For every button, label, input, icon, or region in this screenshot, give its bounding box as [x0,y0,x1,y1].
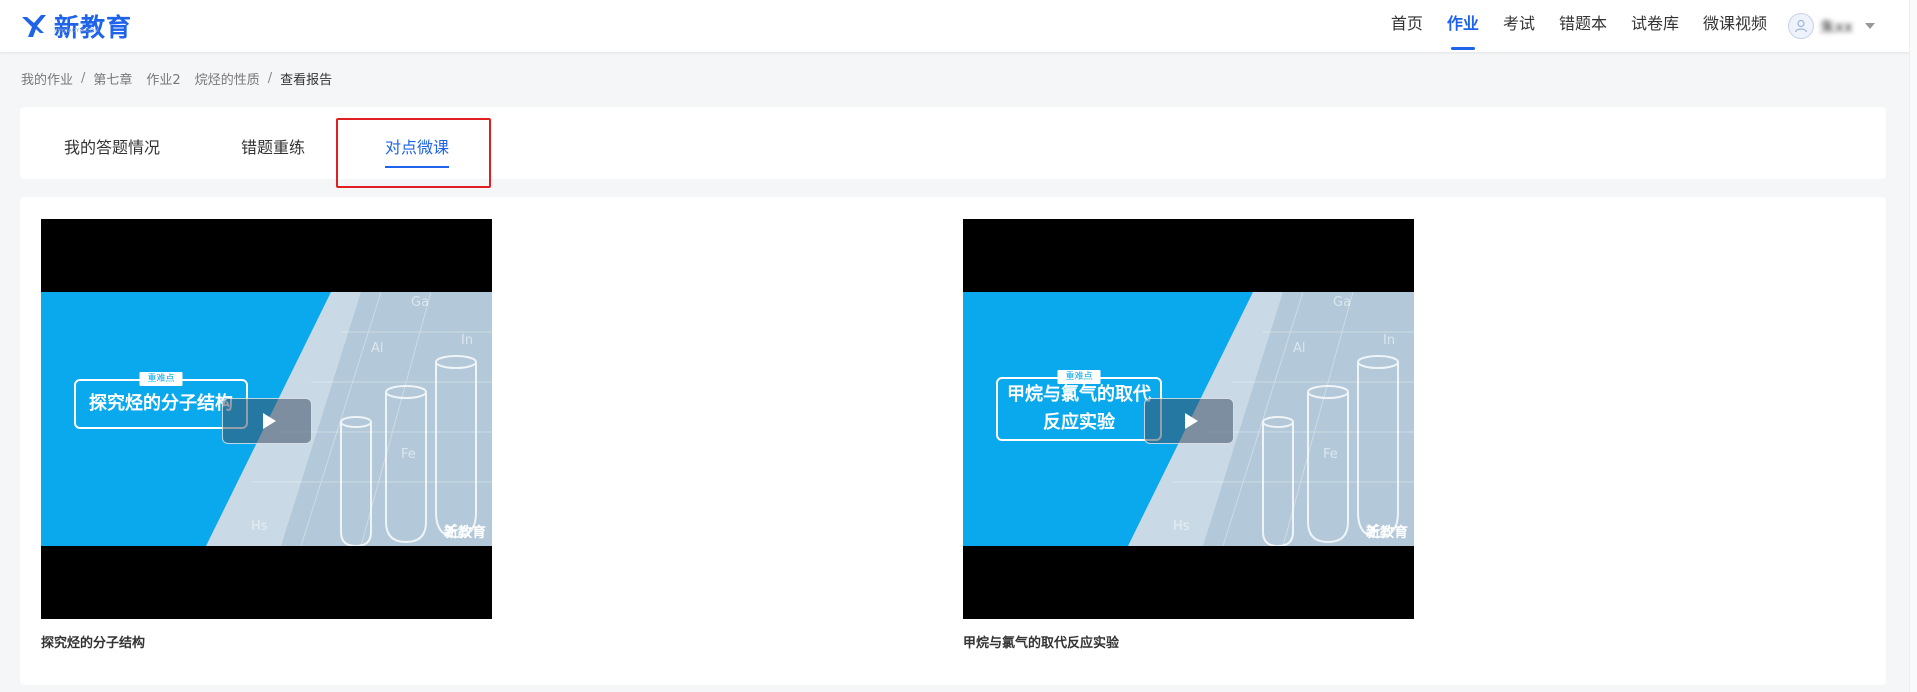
svg-text:Fe: Fe [1323,447,1338,462]
logo[interactable]: 新教育 [20,8,132,44]
video-player[interactable]: Ga Al In Hs Fe 重难点 探究烃的分子结构 新教育 [41,219,492,619]
video-player[interactable]: Ga Al In Hs Fe 重难点 甲烷与氯气的取代 反应实验 新教育 [963,219,1414,619]
video-title[interactable]: 探究烃的分子结构 [41,632,145,651]
nav-paper-bank[interactable]: 试卷库 [1631,0,1679,52]
topic-tag: 重难点 [1057,370,1101,384]
breadcrumb-topic[interactable]: 烷烃的性质 [195,69,260,88]
svg-text:Fe: Fe [401,447,416,462]
logo-icon [1366,523,1379,535]
topic-tag: 重难点 [139,372,183,386]
thumbnail-title: 探究烃的分子结构 [89,393,233,414]
nav-exam[interactable]: 考试 [1503,0,1535,52]
logo-text: 新教育 [54,13,133,42]
nav-mistake-book[interactable]: 错题本 [1559,0,1607,52]
thumbnail-title: 甲烷与氯气的取代 [1007,384,1151,405]
thumbnail-title-line2: 反应实验 [1043,412,1115,433]
play-button[interactable] [222,398,312,444]
play-icon [262,413,276,429]
play-button[interactable] [1144,398,1234,444]
breadcrumb-separator: / [267,71,273,86]
avatar[interactable] [1788,13,1814,39]
svg-text:In: In [461,333,473,348]
chevron-down-icon[interactable] [1864,23,1875,29]
watermark: 新教育 [1366,522,1408,542]
video-list: Ga Al In Hs Fe 重难点 探究烃的分子结构 新教育 探究烃的分子结构 [20,197,1886,685]
breadcrumb-homework-2[interactable]: 作业2 [146,69,180,88]
nav-home[interactable]: 首页 [1391,0,1423,52]
svg-text:Al: Al [1293,341,1306,356]
play-icon [1184,413,1198,429]
video-thumbnail: Ga Al In Hs Fe 重难点 探究烃的分子结构 新教育 [41,292,492,546]
svg-text:Ga: Ga [1333,295,1351,310]
scrollbar[interactable] [1909,0,1917,692]
user-name: 朱xx [1820,17,1853,36]
tab-micro-lessons[interactable]: 对点微课 [385,134,450,168]
tabs-card: 我的答题情况 错题重练 对点微课 [20,107,1886,179]
video-thumbnail: Ga Al In Hs Fe 重难点 甲烷与氯气的取代 反应实验 新教育 [963,292,1414,546]
logo-icon [22,15,46,37]
top-navbar: 新教育 XINJIAOYU.COM 首页 作业 考试 错题本 试卷库 微课视频 … [0,0,1917,52]
breadcrumb-chapter[interactable]: 第七章 [93,69,132,88]
tab-my-answers[interactable]: 我的答题情况 [64,134,160,158]
nav-micro-video[interactable]: 微课视频 [1703,0,1767,52]
logo-subtext: XINJIAOYU.COM [54,28,100,34]
watermark: 新教育 [444,522,486,542]
tab-mistake-practice[interactable]: 错题重练 [241,134,305,158]
user-icon [1794,19,1808,33]
svg-text:Al: Al [371,341,384,356]
main-nav: 首页 作业 考试 错题本 试卷库 微课视频 [1367,0,1767,52]
svg-text:Hs: Hs [1173,519,1190,534]
breadcrumb-my-homework[interactable]: 我的作业 [21,69,73,88]
logo-icon [444,523,457,535]
svg-text:Ga: Ga [411,295,429,310]
svg-text:Hs: Hs [251,519,268,534]
nav-homework[interactable]: 作业 [1447,0,1479,52]
video-title[interactable]: 甲烷与氯气的取代反应实验 [963,632,1119,651]
breadcrumb-separator: / [81,71,86,86]
user-menu[interactable]: 朱xx [1788,10,1875,42]
svg-text:In: In [1383,333,1395,348]
breadcrumb: 我的作业 / 第七章 作业2 烷烃的性质 / 查看报告 [21,69,332,88]
breadcrumb-current: 查看报告 [280,73,333,88]
thumbnail-title-box: 重难点 甲烷与氯气的取代 反应实验 [996,370,1162,441]
